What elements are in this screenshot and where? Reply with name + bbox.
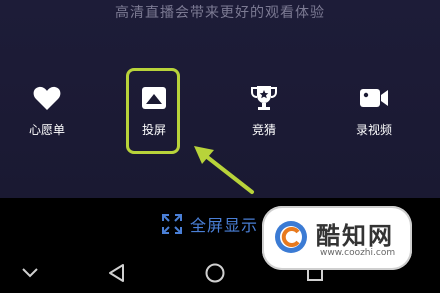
- hd-hint-text: 高清直播会带来更好的观看体验: [115, 5, 325, 21]
- watermark-url: www.coozhi.com: [320, 248, 396, 258]
- fullscreen-icon: [162, 214, 182, 234]
- video-camera-icon: [359, 84, 389, 112]
- coozhi-logo-icon: [275, 221, 307, 253]
- record-video-label: 录视频: [355, 123, 392, 137]
- bottom-sheet-panel: 高清直播会带来更好的观看体验 心愿单 投屏 竞猜 录视频: [0, 0, 440, 198]
- cast-highlight-box: [126, 68, 180, 154]
- trophy-icon: [249, 84, 279, 112]
- pointer-arrow: [194, 146, 254, 194]
- guess-label: 竞猜: [251, 123, 276, 137]
- home-circle-icon: [205, 263, 225, 283]
- wishlist-label: 心愿单: [28, 123, 65, 137]
- nav-collapse-button[interactable]: [15, 258, 45, 288]
- nav-back-button[interactable]: [102, 258, 132, 288]
- fullscreen-button[interactable]: 全屏显示: [162, 212, 258, 236]
- record-video-button[interactable]: 录视频: [338, 84, 410, 144]
- wishlist-button[interactable]: 心愿单: [11, 84, 83, 144]
- back-triangle-icon: [109, 264, 124, 282]
- guess-button[interactable]: 竞猜: [228, 84, 300, 144]
- nav-home-button[interactable]: [200, 258, 230, 288]
- watermark: 酷知网 www.coozhi.com: [262, 206, 412, 270]
- fullscreen-label: 全屏显示: [190, 216, 259, 235]
- heart-icon: [32, 84, 62, 112]
- watermark-name: 酷知网: [316, 221, 394, 250]
- chevron-down-icon: [22, 268, 38, 278]
